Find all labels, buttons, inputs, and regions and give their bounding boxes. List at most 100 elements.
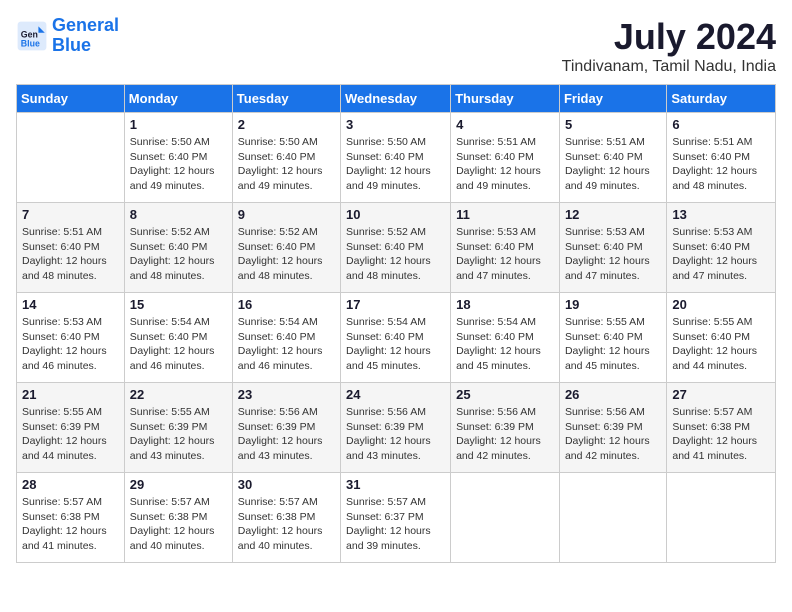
day-number: 10 — [346, 207, 445, 222]
day-info: Sunrise: 5:52 AMSunset: 6:40 PMDaylight:… — [130, 225, 227, 284]
calendar-cell — [559, 473, 666, 563]
weekday-header-monday: Monday — [124, 85, 232, 113]
calendar-cell: 24 Sunrise: 5:56 AMSunset: 6:39 PMDayligh… — [341, 383, 451, 473]
day-info: Sunrise: 5:54 AMSunset: 6:40 PMDaylight:… — [456, 315, 554, 374]
day-info: Sunrise: 5:53 AMSunset: 6:40 PMDaylight:… — [22, 315, 119, 374]
calendar-cell: 23Sunrise: 5:56 AMSunset: 6:39 PMDayligh… — [232, 383, 340, 473]
calendar-week-row: 21 Sunrise: 5:55 AMSunset: 6:39 PMDayligh… — [17, 383, 776, 473]
weekday-header-row: SundayMondayTuesdayWednesdayThursdayFrid… — [17, 85, 776, 113]
logo: Gen Blue GeneralBlue — [16, 16, 119, 56]
title-area: July 2024 Tindivanam, Tamil Nadu, India — [562, 16, 776, 76]
day-info: Sunrise: 5:53 AMSunset: 6:40 PMDaylight:… — [565, 225, 661, 284]
calendar-cell: 13Sunrise: 5:53 AMSunset: 6:40 PMDayligh… — [667, 203, 776, 293]
calendar-cell: 26 Sunrise: 5:56 AMSunset: 6:39 PMDayligh… — [559, 383, 666, 473]
calendar-cell: 3Sunrise: 5:50 AMSunset: 6:40 PMDaylight… — [341, 113, 451, 203]
day-info: Sunrise: 5:51 AMSunset: 6:40 PMDaylight:… — [456, 135, 554, 194]
calendar-cell: 21 Sunrise: 5:55 AMSunset: 6:39 PMDayligh… — [17, 383, 125, 473]
day-info: Sunrise: 5:54 AMSunset: 6:40 PMDaylight:… — [346, 315, 445, 374]
day-number: 14 — [22, 297, 119, 312]
day-info: Sunrise: 5:56 AMSunset: 6:39 PMDaylight:… — [565, 405, 661, 464]
calendar-week-row: 1 Sunrise: 5:50 AMSunset: 6:40 PMDaylight… — [17, 113, 776, 203]
day-info: Sunrise: 5:53 AMSunset: 6:40 PMDaylight:… — [672, 225, 770, 284]
calendar-cell: 11 Sunrise: 5:53 AMSunset: 6:40 PMDayligh… — [451, 203, 560, 293]
day-number: 24 — [346, 387, 445, 402]
day-number: 4 — [456, 117, 554, 132]
day-info: Sunrise: 5:57 AMSunset: 6:38 PMDaylight:… — [238, 495, 335, 554]
weekday-header-saturday: Saturday — [667, 85, 776, 113]
calendar-cell: 29 Sunrise: 5:57 AMSunset: 6:38 PMDayligh… — [124, 473, 232, 563]
day-info: Sunrise: 5:53 AMSunset: 6:40 PMDaylight:… — [456, 225, 554, 284]
day-number: 17 — [346, 297, 445, 312]
calendar-week-row: 14 Sunrise: 5:53 AMSunset: 6:40 PMDayligh… — [17, 293, 776, 383]
day-info: Sunrise: 5:55 AMSunset: 6:39 PMDaylight:… — [22, 405, 119, 464]
calendar-cell: 5Sunrise: 5:51 AMSunset: 6:40 PMDaylight… — [559, 113, 666, 203]
calendar-cell: 7Sunrise: 5:51 AMSunset: 6:40 PMDaylight… — [17, 203, 125, 293]
weekday-header-sunday: Sunday — [17, 85, 125, 113]
calendar-cell: 25 Sunrise: 5:56 AMSunset: 6:39 PMDayligh… — [451, 383, 560, 473]
day-info: Sunrise: 5:51 AMSunset: 6:40 PMDaylight:… — [672, 135, 770, 194]
calendar-cell: 30 Sunrise: 5:57 AMSunset: 6:38 PMDayligh… — [232, 473, 340, 563]
calendar-cell: 9 Sunrise: 5:52 AMSunset: 6:40 PMDaylight… — [232, 203, 340, 293]
calendar-cell: 6 Sunrise: 5:51 AMSunset: 6:40 PMDaylight… — [667, 113, 776, 203]
day-info: Sunrise: 5:55 AMSunset: 6:39 PMDaylight:… — [130, 405, 227, 464]
day-info: Sunrise: 5:51 AMSunset: 6:40 PMDaylight:… — [565, 135, 661, 194]
calendar-cell: 27Sunrise: 5:57 AMSunset: 6:38 PMDayligh… — [667, 383, 776, 473]
day-number: 6 — [672, 117, 770, 132]
weekday-header-tuesday: Tuesday — [232, 85, 340, 113]
day-info: Sunrise: 5:54 AMSunset: 6:40 PMDaylight:… — [130, 315, 227, 374]
calendar-table: SundayMondayTuesdayWednesdayThursdayFrid… — [16, 84, 776, 563]
day-info: Sunrise: 5:57 AMSunset: 6:38 PMDaylight:… — [672, 405, 770, 464]
logo-icon: Gen Blue — [16, 20, 48, 52]
weekday-header-friday: Friday — [559, 85, 666, 113]
calendar-cell: 19Sunrise: 5:55 AMSunset: 6:40 PMDayligh… — [559, 293, 666, 383]
day-number: 15 — [130, 297, 227, 312]
calendar-cell — [667, 473, 776, 563]
calendar-cell: 22 Sunrise: 5:55 AMSunset: 6:39 PMDayligh… — [124, 383, 232, 473]
day-number: 2 — [238, 117, 335, 132]
day-number: 25 — [456, 387, 554, 402]
calendar-week-row: 7Sunrise: 5:51 AMSunset: 6:40 PMDaylight… — [17, 203, 776, 293]
day-number: 29 — [130, 477, 227, 492]
location-title: Tindivanam, Tamil Nadu, India — [562, 58, 776, 76]
calendar-cell: 31Sunrise: 5:57 AMSunset: 6:37 PMDayligh… — [341, 473, 451, 563]
day-number: 11 — [456, 207, 554, 222]
day-number: 21 — [22, 387, 119, 402]
logo-text: GeneralBlue — [52, 16, 119, 56]
calendar-cell: 10 Sunrise: 5:52 AMSunset: 6:40 PMDayligh… — [341, 203, 451, 293]
calendar-cell: 14 Sunrise: 5:53 AMSunset: 6:40 PMDayligh… — [17, 293, 125, 383]
month-title: July 2024 — [562, 16, 776, 58]
day-number: 20 — [672, 297, 770, 312]
day-info: Sunrise: 5:52 AMSunset: 6:40 PMDaylight:… — [346, 225, 445, 284]
calendar-cell: 4 Sunrise: 5:51 AMSunset: 6:40 PMDaylight… — [451, 113, 560, 203]
day-number: 22 — [130, 387, 227, 402]
day-number: 30 — [238, 477, 335, 492]
day-number: 9 — [238, 207, 335, 222]
day-number: 16 — [238, 297, 335, 312]
day-number: 26 — [565, 387, 661, 402]
day-info: Sunrise: 5:57 AMSunset: 6:38 PMDaylight:… — [22, 495, 119, 554]
calendar-cell: 12Sunrise: 5:53 AMSunset: 6:40 PMDayligh… — [559, 203, 666, 293]
day-number: 19 — [565, 297, 661, 312]
day-number: 8 — [130, 207, 227, 222]
calendar-week-row: 28Sunrise: 5:57 AMSunset: 6:38 PMDayligh… — [17, 473, 776, 563]
day-number: 23 — [238, 387, 335, 402]
calendar-cell: 1 Sunrise: 5:50 AMSunset: 6:40 PMDaylight… — [124, 113, 232, 203]
weekday-header-wednesday: Wednesday — [341, 85, 451, 113]
calendar-cell: 20Sunrise: 5:55 AMSunset: 6:40 PMDayligh… — [667, 293, 776, 383]
header: Gen Blue GeneralBlue July 2024 Tindivana… — [16, 16, 776, 76]
weekday-header-thursday: Thursday — [451, 85, 560, 113]
day-info: Sunrise: 5:57 AMSunset: 6:38 PMDaylight:… — [130, 495, 227, 554]
calendar-cell — [17, 113, 125, 203]
day-info: Sunrise: 5:50 AMSunset: 6:40 PMDaylight:… — [238, 135, 335, 194]
svg-text:Blue: Blue — [21, 38, 40, 48]
day-info: Sunrise: 5:54 AMSunset: 6:40 PMDaylight:… — [238, 315, 335, 374]
day-info: Sunrise: 5:56 AMSunset: 6:39 PMDaylight:… — [346, 405, 445, 464]
day-info: Sunrise: 5:56 AMSunset: 6:39 PMDaylight:… — [456, 405, 554, 464]
calendar-cell — [451, 473, 560, 563]
calendar-cell: 17 Sunrise: 5:54 AMSunset: 6:40 PMDayligh… — [341, 293, 451, 383]
day-info: Sunrise: 5:50 AMSunset: 6:40 PMDaylight:… — [346, 135, 445, 194]
calendar-cell: 2 Sunrise: 5:50 AMSunset: 6:40 PMDaylight… — [232, 113, 340, 203]
day-info: Sunrise: 5:52 AMSunset: 6:40 PMDaylight:… — [238, 225, 335, 284]
day-info: Sunrise: 5:50 AMSunset: 6:40 PMDaylight:… — [130, 135, 227, 194]
day-number: 1 — [130, 117, 227, 132]
